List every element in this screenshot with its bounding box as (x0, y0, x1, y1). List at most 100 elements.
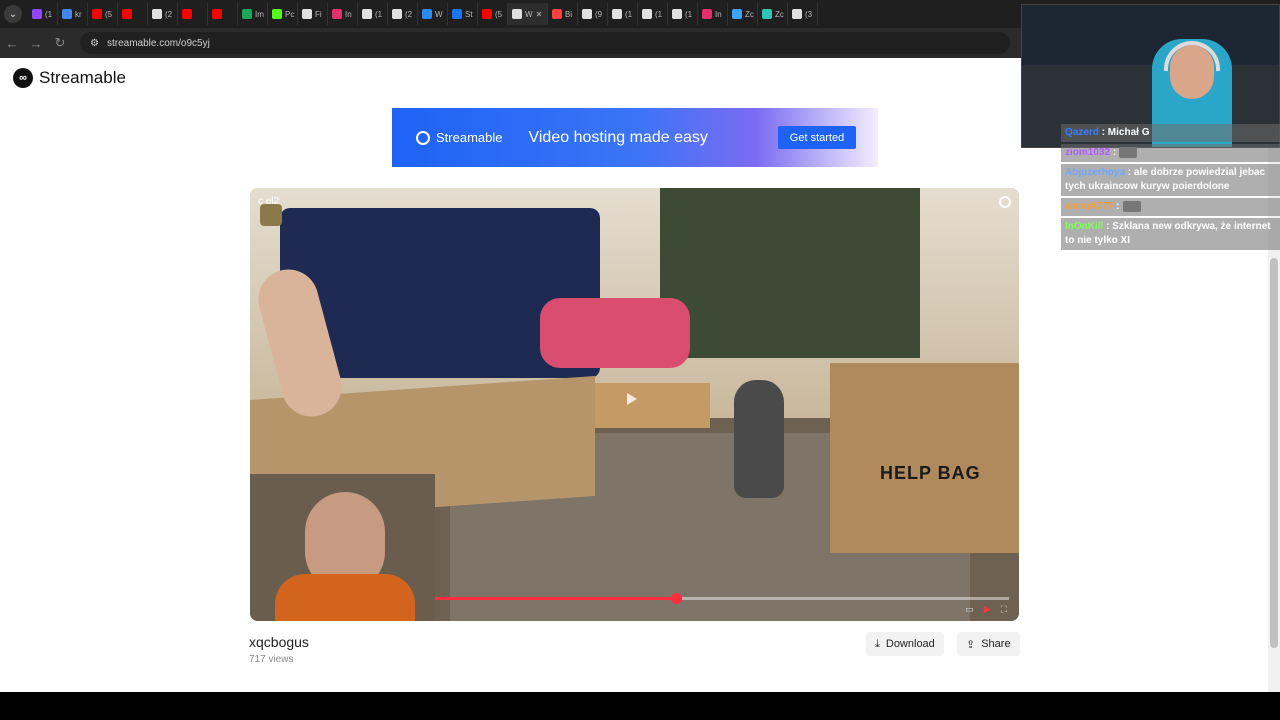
browser-tab[interactable]: Pc (268, 3, 298, 25)
browser-tab[interactable]: Bi (548, 3, 578, 25)
stream-chat-overlay: Qazerd : Michał G ziom1032 : Abjuzerhoya :… (1061, 124, 1280, 252)
browser-tab[interactable]: St (448, 3, 478, 25)
view-count: 717 views (249, 654, 294, 665)
ad-banner[interactable]: Streamable Video hosting made easy Get s… (392, 108, 878, 167)
browser-tab[interactable]: (1 (608, 3, 638, 25)
tab-favicon-icon (272, 9, 282, 19)
reload-icon[interactable]: ↻ (48, 35, 72, 51)
tab-label: W (525, 9, 533, 19)
browser-tab[interactable]: Zc (758, 3, 788, 25)
tab-favicon-icon (152, 9, 162, 19)
chat-text: : (1112, 147, 1117, 158)
banner-logo-icon (416, 130, 430, 145)
browser-tab[interactable]: In (328, 3, 358, 25)
share-button[interactable]: ⇪ Share (957, 632, 1020, 656)
chat-username: wenaX777 (1065, 201, 1114, 212)
browser-tab[interactable]: (2 (148, 3, 178, 25)
video-frame-window (660, 188, 920, 358)
download-label: Download (885, 638, 935, 650)
tab-label: In (715, 9, 722, 19)
chat-username: ziom1032 (1065, 147, 1111, 158)
scrollbar-thumb[interactable] (1270, 258, 1278, 648)
download-button[interactable]: ⤓ Download (866, 632, 944, 656)
tab-label: Im (255, 9, 264, 19)
browser-tab[interactable]: Zc (728, 3, 758, 25)
tab-favicon-icon (612, 9, 622, 19)
back-icon[interactable]: ← (0, 36, 24, 51)
play-icon[interactable] (627, 393, 637, 405)
tab-favicon-icon (482, 9, 492, 19)
progress-fill (435, 597, 677, 600)
tab-favicon-icon (32, 9, 42, 19)
tab-favicon-icon (62, 9, 72, 19)
browser-tab[interactable]: W ✕ (508, 3, 548, 25)
tab-label: (2 (405, 9, 413, 19)
captions-icon[interactable]: ▭ (965, 604, 974, 615)
video-frame-box (830, 363, 1019, 553)
chat-text: : Michał G (1101, 127, 1150, 138)
banner-brand-text: Streamable (436, 130, 503, 145)
progress-bar[interactable] (435, 593, 1009, 604)
tab-favicon-icon (762, 9, 772, 19)
tab-label: Zc (745, 9, 754, 19)
watch-later-icon[interactable] (999, 196, 1011, 208)
banner-tagline: Video hosting made easy (528, 128, 708, 146)
close-tab-icon[interactable]: ✕ (536, 10, 543, 19)
browser-tab[interactable]: W (418, 3, 448, 25)
webcam-background (1022, 5, 1279, 65)
tab-favicon-icon (792, 9, 802, 19)
streamable-logo[interactable]: ∞ Streamable (13, 68, 126, 88)
forward-icon[interactable]: → (24, 36, 48, 51)
share-icon: ⇪ (966, 638, 976, 651)
browser-tab[interactable] (118, 3, 148, 25)
progress-knob[interactable] (671, 593, 683, 604)
browser-tab[interactable] (178, 3, 208, 25)
tab-label: In (345, 9, 352, 19)
youtube-icon[interactable]: ▶ (984, 604, 991, 615)
tab-favicon-icon (212, 9, 222, 19)
browser-tab[interactable]: kr (58, 3, 88, 25)
get-started-button[interactable]: Get started (778, 126, 856, 149)
channel-name: c el2 (258, 196, 280, 207)
browser-tab[interactable]: (9 (578, 3, 608, 25)
tab-search-icon[interactable]: ⌄ (4, 5, 22, 23)
tab-label: St (465, 9, 473, 19)
chat-message: InOnKill : Szklana new odkrywa, że inter… (1061, 218, 1280, 250)
video-player[interactable]: HELP BAG c el2 ▭ ▶ ⛶ (250, 188, 1019, 621)
facecam-inset (250, 474, 435, 621)
tab-favicon-icon (422, 9, 432, 19)
browser-tab[interactable]: (2 (388, 3, 418, 25)
tab-favicon-icon (512, 9, 522, 19)
logo-text: Streamable (39, 68, 126, 87)
tab-label: Bi (565, 9, 573, 19)
tab-favicon-icon (642, 9, 652, 19)
browser-tab[interactable]: (1 (28, 3, 58, 25)
tab-label: (1 (655, 9, 663, 19)
browser-tab[interactable]: (3 (788, 3, 818, 25)
tab-label: Zc (775, 9, 784, 19)
tab-favicon-icon (332, 9, 342, 19)
browser-tab[interactable]: (1 (638, 3, 668, 25)
tab-label: (2 (165, 9, 173, 19)
chat-text: : (1116, 201, 1120, 212)
chat-username: Abjuzerhoya (1065, 167, 1126, 178)
browser-tab[interactable] (208, 3, 238, 25)
url-field[interactable]: ⚙ streamable.com/o9c5yj (80, 32, 1010, 54)
browser-tab[interactable]: (5 (88, 3, 118, 25)
browser-tab[interactable]: (1 (668, 3, 698, 25)
browser-tab[interactable]: (5 (478, 3, 508, 25)
tab-favicon-icon (362, 9, 372, 19)
chat-emote-icon (1119, 146, 1138, 158)
tab-favicon-icon (552, 9, 562, 19)
tab-label: kr (75, 9, 82, 19)
browser-tab[interactable]: (1 (358, 3, 388, 25)
bottom-letterbox (0, 692, 1280, 720)
tab-favicon-icon (302, 9, 312, 19)
site-info-icon[interactable]: ⚙ (90, 38, 99, 49)
browser-tab[interactable]: Fi (298, 3, 328, 25)
browser-tab[interactable]: Im (238, 3, 268, 25)
chat-message: ziom1032 : (1061, 144, 1280, 162)
tab-favicon-icon (182, 9, 192, 19)
fullscreen-icon[interactable]: ⛶ (1001, 604, 1007, 615)
browser-tab[interactable]: In (698, 3, 728, 25)
